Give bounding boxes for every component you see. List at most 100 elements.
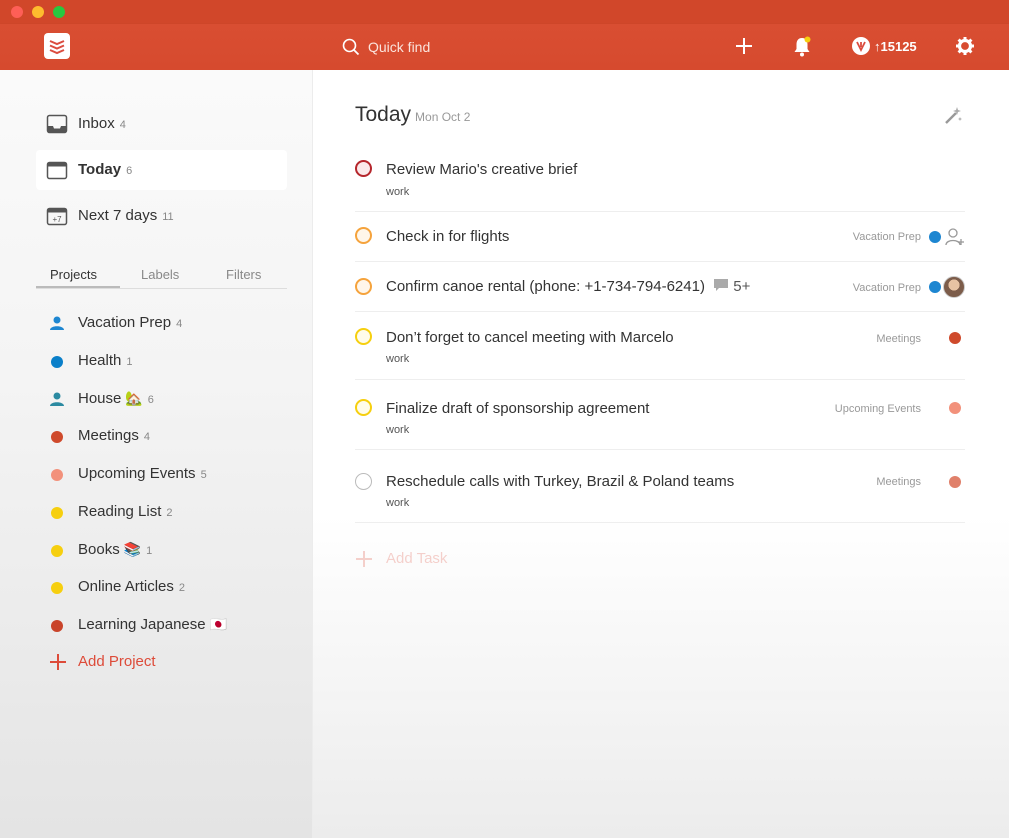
app-window: ↑15125 Inbox4 Today6 bbox=[0, 0, 1009, 838]
project-color-dot bbox=[51, 469, 63, 481]
tab-projects[interactable]: Projects bbox=[50, 267, 97, 282]
project-vacation-prep[interactable]: Vacation Prep 4 bbox=[48, 311, 288, 335]
project-label: House 🏡 6 bbox=[78, 390, 154, 407]
add-task-label: Add Task bbox=[386, 550, 448, 567]
bell-icon[interactable] bbox=[792, 36, 812, 58]
person-icon bbox=[50, 316, 64, 330]
karma-score: ↑15125 bbox=[874, 39, 917, 54]
task-checkbox[interactable] bbox=[355, 227, 372, 244]
search-icon bbox=[342, 38, 360, 56]
comment-count: 5+ bbox=[733, 278, 751, 295]
sidebar-tabs: Projects Labels Filters bbox=[36, 264, 287, 289]
task-item[interactable]: Finalize draft of sponsorship agreement … bbox=[355, 380, 965, 450]
task-checkbox[interactable] bbox=[355, 160, 372, 177]
task-project-name[interactable]: Upcoming Events bbox=[835, 403, 921, 415]
project-meetings[interactable]: Meetings 4 bbox=[48, 424, 288, 448]
task-label[interactable]: work bbox=[386, 186, 409, 198]
task-label[interactable]: work bbox=[386, 497, 409, 509]
tab-labels[interactable]: Labels bbox=[141, 267, 179, 282]
add-icon[interactable] bbox=[734, 36, 754, 56]
task-title: Don’t forget to cancel meeting with Marc… bbox=[386, 329, 674, 346]
title-bar bbox=[0, 0, 1009, 24]
comment-icon[interactable] bbox=[713, 278, 729, 292]
project-health[interactable]: Health 1 bbox=[48, 349, 288, 373]
task-title: Finalize draft of sponsorship agreement bbox=[386, 400, 650, 417]
inbox-icon bbox=[46, 114, 68, 134]
sidebar: Inbox 4 Today 6 +7 Next 7 days 11 Projects … bbox=[0, 70, 313, 838]
project-label: Reading List 2 bbox=[78, 503, 173, 520]
task-item[interactable]: Reschedule calls with Turkey, Brazil & P… bbox=[355, 450, 965, 523]
tab-filters[interactable]: Filters bbox=[226, 267, 261, 282]
page-title: Today Mon Oct 2 bbox=[355, 103, 471, 126]
nav-today[interactable]: Today 6 bbox=[36, 150, 287, 190]
nav-label: Inbox 4 bbox=[78, 115, 126, 132]
person-icon bbox=[50, 392, 64, 406]
task-project-name[interactable]: Meetings bbox=[876, 333, 921, 345]
project-label: Learning Japanese 🇯🇵 bbox=[78, 616, 228, 633]
task-project-name[interactable]: Meetings bbox=[876, 476, 921, 488]
assign-user-icon[interactable] bbox=[945, 227, 965, 247]
project-label: Books 📚 1 bbox=[78, 541, 153, 558]
nav-label: Next 7 days 11 bbox=[78, 207, 174, 224]
task-item[interactable]: Don’t forget to cancel meeting with Marc… bbox=[355, 312, 965, 380]
project-label: Upcoming Events 5 bbox=[78, 465, 207, 482]
project-color-dot bbox=[929, 281, 941, 293]
project-label: Health 1 bbox=[78, 352, 133, 369]
task-label[interactable]: work bbox=[386, 424, 409, 436]
task-checkbox[interactable] bbox=[355, 473, 372, 490]
project-learning-japanese[interactable]: Learning Japanese 🇯🇵 bbox=[48, 613, 288, 637]
nav-inbox[interactable]: Inbox 4 bbox=[36, 104, 287, 144]
close-window-button[interactable] bbox=[11, 6, 23, 18]
project-reading-list[interactable]: Reading List 2 bbox=[48, 500, 288, 524]
calendar-plus-7-icon: +7 bbox=[46, 207, 68, 226]
nav-next-7-days[interactable]: +7 Next 7 days 11 bbox=[36, 196, 287, 236]
project-online-articles[interactable]: Online Articles 2 bbox=[48, 575, 288, 599]
svg-text:+7: +7 bbox=[52, 215, 62, 224]
plus-icon bbox=[50, 654, 66, 670]
project-color-dot bbox=[51, 620, 63, 632]
project-books[interactable]: Books 📚 1 bbox=[48, 538, 288, 562]
page-date: Mon Oct 2 bbox=[415, 110, 471, 124]
project-upcoming-events[interactable]: Upcoming Events 5 bbox=[48, 462, 288, 486]
project-label: Online Articles 2 bbox=[78, 578, 185, 595]
top-bar: ↑15125 bbox=[0, 24, 1009, 70]
search-input[interactable] bbox=[368, 37, 528, 57]
task-label[interactable]: work bbox=[386, 353, 409, 365]
todoist-logo-icon[interactable] bbox=[44, 33, 70, 59]
avatar[interactable] bbox=[943, 276, 965, 298]
task-item[interactable]: Check in for flights Vacation Prep bbox=[355, 212, 965, 262]
main-content: Today Mon Oct 2 Review Mario's creative b… bbox=[313, 70, 1009, 838]
add-project-label: Add Project bbox=[78, 653, 156, 670]
task-project-name[interactable]: Vacation Prep bbox=[853, 231, 921, 243]
task-title: Confirm canoe rental (phone: +1-734-794-… bbox=[386, 278, 751, 295]
project-color-dot bbox=[949, 476, 961, 488]
task-project-name[interactable]: Vacation Prep bbox=[853, 282, 921, 294]
project-color-dot bbox=[51, 431, 63, 443]
karma-icon bbox=[852, 37, 870, 55]
task-checkbox[interactable] bbox=[355, 278, 372, 295]
calendar-icon bbox=[46, 161, 68, 180]
magic-wand-icon[interactable] bbox=[943, 106, 963, 126]
project-color-dot bbox=[929, 231, 941, 243]
gear-icon[interactable] bbox=[955, 36, 975, 56]
project-color-dot bbox=[51, 582, 63, 594]
task-item[interactable]: Confirm canoe rental (phone: +1-734-794-… bbox=[355, 262, 965, 312]
nav-label: Today 6 bbox=[78, 161, 133, 178]
task-title: Check in for flights bbox=[386, 228, 510, 245]
project-label: Meetings 4 bbox=[78, 427, 150, 444]
task-item[interactable]: Review Mario's creative brief work bbox=[355, 148, 965, 212]
task-checkbox[interactable] bbox=[355, 328, 372, 345]
project-color-dot bbox=[51, 356, 63, 368]
task-title: Review Mario's creative brief bbox=[386, 161, 578, 178]
project-house[interactable]: House 🏡 6 bbox=[48, 387, 288, 411]
project-color-dot bbox=[51, 507, 63, 519]
minimize-window-button[interactable] bbox=[32, 6, 44, 18]
project-color-dot bbox=[51, 545, 63, 557]
zoom-window-button[interactable] bbox=[53, 6, 65, 18]
task-checkbox[interactable] bbox=[355, 399, 372, 416]
plus-icon bbox=[356, 551, 372, 567]
project-label: Vacation Prep 4 bbox=[78, 314, 183, 331]
active-tab-indicator bbox=[36, 286, 120, 288]
task-title: Reschedule calls with Turkey, Brazil & P… bbox=[386, 473, 735, 490]
project-color-dot bbox=[949, 332, 961, 344]
